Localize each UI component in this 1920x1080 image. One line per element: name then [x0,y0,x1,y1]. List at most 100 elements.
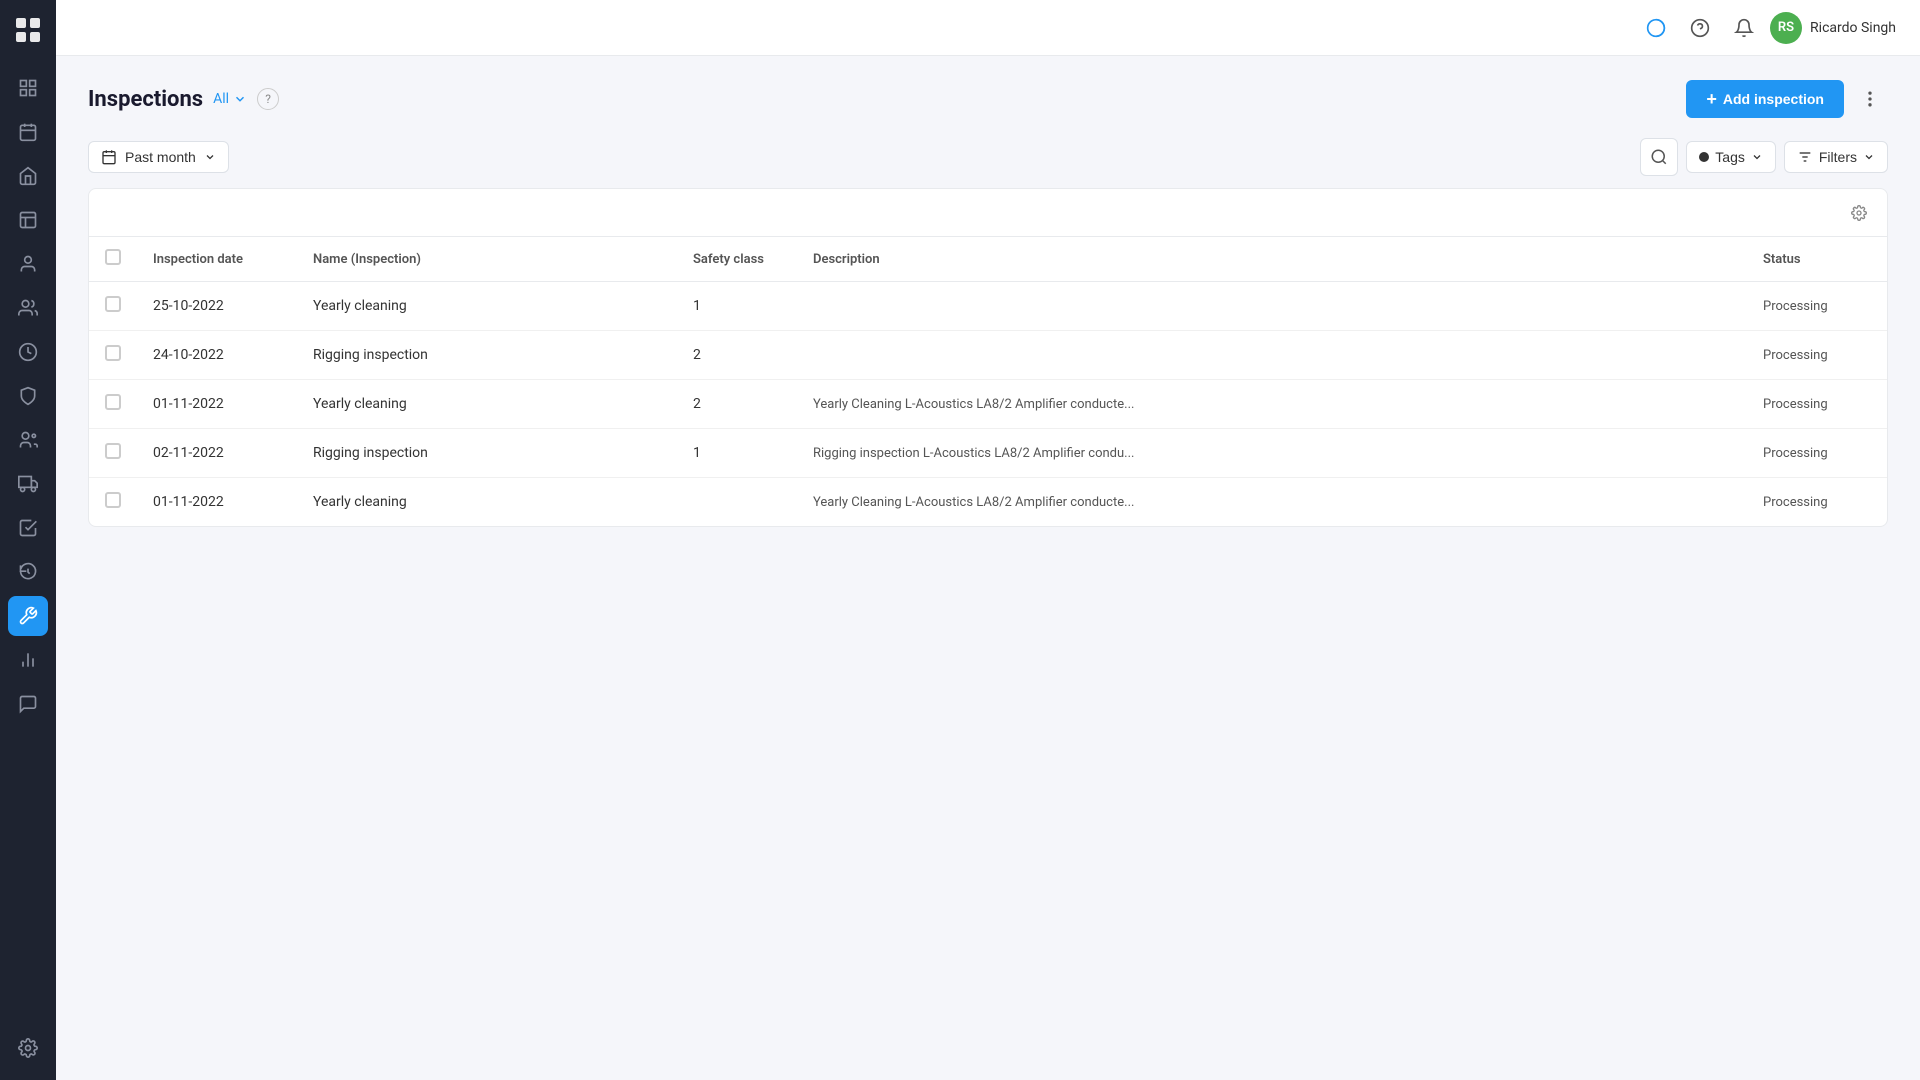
filters-label: Filters [1819,149,1857,165]
row-safety-3: 1 [677,429,797,478]
inspections-table: Inspection date Name (Inspection) Safety… [89,237,1887,526]
row-safety-4 [677,478,797,527]
row-checkbox-cell-1[interactable] [89,331,137,380]
row-name-3: Rigging inspection [297,429,677,478]
topbar-username[interactable]: Ricardo Singh [1810,20,1896,36]
sidebar-item-settings[interactable] [8,1028,48,1068]
table-settings-icon[interactable] [1843,197,1875,229]
filter-all-label: All [213,91,229,107]
sidebar-item-contacts[interactable] [8,288,48,328]
tag-dot-icon [1699,152,1709,162]
topbar: RS Ricardo Singh [56,0,1920,56]
add-button-label: Add inspection [1723,91,1824,107]
th-safety-class: Safety class [677,237,797,282]
avatar[interactable]: RS [1770,12,1802,44]
tags-filter-button[interactable]: Tags [1686,141,1776,173]
row-description-0 [797,282,1747,331]
row-name-4: Yearly cleaning [297,478,677,527]
sidebar [0,0,56,1080]
sidebar-item-analytics[interactable] [8,640,48,680]
row-checkbox-cell-4[interactable] [89,478,137,527]
filter-right: Tags Filters [1640,138,1888,176]
page-title-group: Inspections All ? [88,87,279,112]
date-filter-button[interactable]: Past month [88,141,229,173]
row-name-0: Yearly cleaning [297,282,677,331]
row-status-1: Processing [1747,331,1887,380]
page-header: Inspections All ? + Add inspection [88,80,1888,118]
row-safety-2: 2 [677,380,797,429]
row-status-2: Processing [1747,380,1887,429]
table-body: 25-10-2022 Yearly cleaning 1 Processing … [89,282,1887,527]
row-status-4: Processing [1747,478,1887,527]
th-inspection-date: Inspection date [137,237,297,282]
table-header-row: Inspection date Name (Inspection) Safety… [89,237,1887,282]
row-checkbox-2[interactable] [105,394,121,410]
help-icon[interactable] [1682,10,1718,46]
row-status-0: Processing [1747,282,1887,331]
tags-label: Tags [1715,149,1745,165]
page-actions: + Add inspection [1686,80,1888,118]
select-all-checkbox[interactable] [105,249,121,265]
row-name-2: Yearly cleaning [297,380,677,429]
filter-left: Past month [88,141,229,173]
table-row[interactable]: 24-10-2022 Rigging inspection 2 Processi… [89,331,1887,380]
inspections-table-container: Inspection date Name (Inspection) Safety… [88,188,1888,527]
th-name: Name (Inspection) [297,237,677,282]
row-checkbox-cell-0[interactable] [89,282,137,331]
page-title: Inspections [88,87,203,112]
sidebar-item-reports[interactable] [8,200,48,240]
sidebar-item-dashboard[interactable] [8,68,48,108]
theme-toggle-icon[interactable] [1638,10,1674,46]
row-safety-1: 2 [677,331,797,380]
row-checkbox-1[interactable] [105,345,121,361]
row-date-0: 25-10-2022 [137,282,297,331]
filters-row: Past month Tags Filters [88,138,1888,176]
row-safety-0: 1 [677,282,797,331]
sidebar-item-messages[interactable] [8,684,48,724]
date-filter-label: Past month [125,149,196,165]
sidebar-item-team[interactable] [8,420,48,460]
sidebar-item-calendar[interactable] [8,112,48,152]
row-date-1: 24-10-2022 [137,331,297,380]
sidebar-item-logistics[interactable] [8,464,48,504]
sidebar-item-history[interactable] [8,552,48,592]
sidebar-item-user[interactable] [8,244,48,284]
row-description-1 [797,331,1747,380]
row-date-3: 02-11-2022 [137,429,297,478]
sidebar-item-inspections[interactable] [8,596,48,636]
row-description-4: Yearly Cleaning L-Acoustics LA8/2 Amplif… [797,478,1747,527]
add-inspection-button[interactable]: + Add inspection [1686,80,1844,118]
more-options-button[interactable] [1852,81,1888,117]
row-checkbox-0[interactable] [105,296,121,312]
table-row[interactable]: 01-11-2022 Yearly cleaning 2 Yearly Clea… [89,380,1887,429]
app-logo [10,12,46,48]
sidebar-item-tasks[interactable] [8,508,48,548]
filters-button[interactable]: Filters [1784,141,1888,173]
th-status: Status [1747,237,1887,282]
row-checkbox-cell-3[interactable] [89,429,137,478]
row-description-3: Rigging inspection L-Acoustics LA8/2 Amp… [797,429,1747,478]
add-icon: + [1706,90,1717,108]
row-description-2: Yearly Cleaning L-Acoustics LA8/2 Amplif… [797,380,1747,429]
main-content: Inspections All ? + Add inspection [56,56,1920,1080]
table-toolbar [89,189,1887,237]
row-checkbox-cell-2[interactable] [89,380,137,429]
th-description: Description [797,237,1747,282]
th-select-all[interactable] [89,237,137,282]
filter-all-dropdown[interactable]: All [213,91,247,107]
page-help-icon[interactable]: ? [257,88,279,110]
row-checkbox-3[interactable] [105,443,121,459]
row-date-4: 01-11-2022 [137,478,297,527]
sidebar-item-finance[interactable] [8,332,48,372]
row-date-2: 01-11-2022 [137,380,297,429]
sidebar-item-safety[interactable] [8,376,48,416]
table-row[interactable]: 02-11-2022 Rigging inspection 1 Rigging … [89,429,1887,478]
notifications-icon[interactable] [1726,10,1762,46]
sidebar-item-home[interactable] [8,156,48,196]
search-button[interactable] [1640,138,1678,176]
row-checkbox-4[interactable] [105,492,121,508]
row-name-1: Rigging inspection [297,331,677,380]
table-row[interactable]: 25-10-2022 Yearly cleaning 1 Processing [89,282,1887,331]
table-row[interactable]: 01-11-2022 Yearly cleaning Yearly Cleani… [89,478,1887,527]
row-status-3: Processing [1747,429,1887,478]
